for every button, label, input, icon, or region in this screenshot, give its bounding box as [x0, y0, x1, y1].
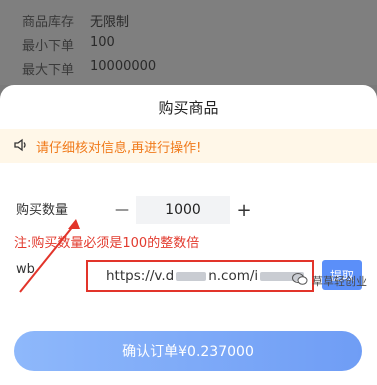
wechat-icon: [292, 272, 308, 289]
watermark-text: 草草轻创业: [312, 274, 367, 288]
annotation-arrow-icon: [19, 219, 80, 293]
watermark: 草草轻创业: [292, 272, 367, 289]
